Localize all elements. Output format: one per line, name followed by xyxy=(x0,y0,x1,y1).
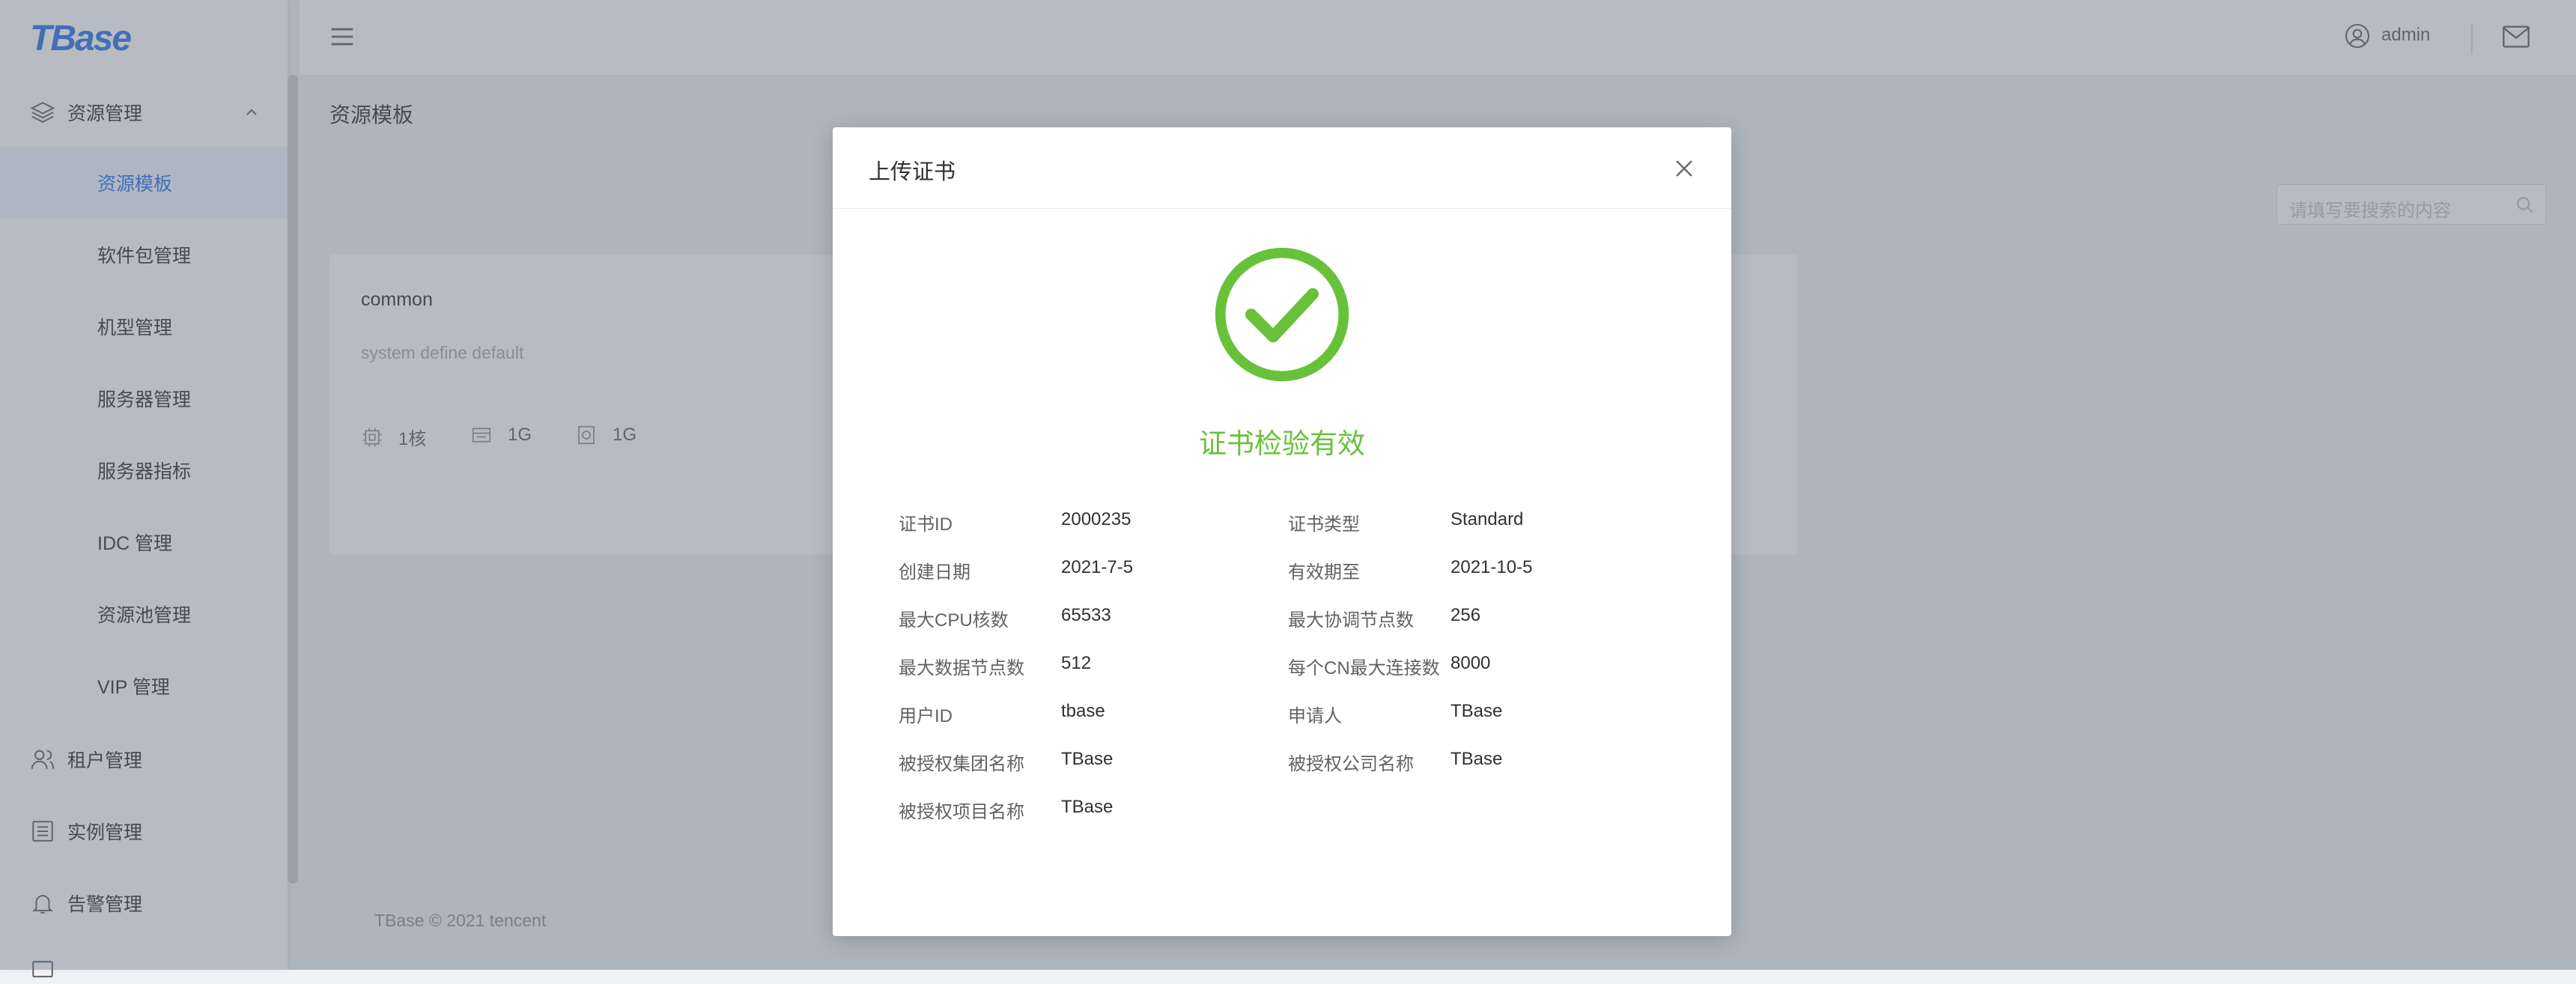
field-key: 最大CPU核数 xyxy=(899,610,1009,631)
field-key: 最大数据节点数 xyxy=(899,658,1024,678)
field-value: 2021-10-5 xyxy=(1450,557,1533,577)
certificate-status: 证书检验有效 xyxy=(1199,428,1365,459)
field-key: 证书ID xyxy=(899,514,953,535)
field-key: 创建日期 xyxy=(899,562,970,583)
field-key: 有效期至 xyxy=(1288,562,1360,583)
field-value: 8000 xyxy=(1450,653,1491,673)
field-key: 被授权集团名称 xyxy=(899,754,1024,774)
field-value: 2021-7-5 xyxy=(1061,557,1134,577)
field-value: tbase xyxy=(1061,701,1105,721)
modal-header: 上传证书 xyxy=(833,127,1731,209)
field-value: TBase xyxy=(1061,749,1114,769)
field-value: Standard xyxy=(1450,509,1524,529)
field-value: TBase xyxy=(1450,701,1503,721)
check-circle-icon xyxy=(1215,247,1349,382)
close-icon[interactable] xyxy=(1671,156,1697,181)
field-value: 2000235 xyxy=(1061,509,1131,529)
field-key: 用户ID xyxy=(899,706,953,726)
field-value: 65533 xyxy=(1061,605,1111,625)
field-key: 证书类型 xyxy=(1288,514,1360,535)
field-value: TBase xyxy=(1450,749,1503,769)
field-key: 被授权公司名称 xyxy=(1288,754,1414,774)
field-value: 512 xyxy=(1061,653,1092,673)
field-value: TBase xyxy=(1061,797,1114,817)
modal-title: 上传证书 xyxy=(869,160,956,184)
field-key: 最大协调节点数 xyxy=(1288,610,1414,631)
field-key: 申请人 xyxy=(1288,706,1342,726)
field-value: 256 xyxy=(1450,605,1481,625)
field-key: 每个CN最大连接数 xyxy=(1288,658,1440,678)
field-key: 被授权项目名称 xyxy=(899,802,1024,822)
upload-certificate-dialog: 上传证书 证书检验有效 证书ID 2000235 证书类型 Standard 创建日… xyxy=(833,127,1731,936)
